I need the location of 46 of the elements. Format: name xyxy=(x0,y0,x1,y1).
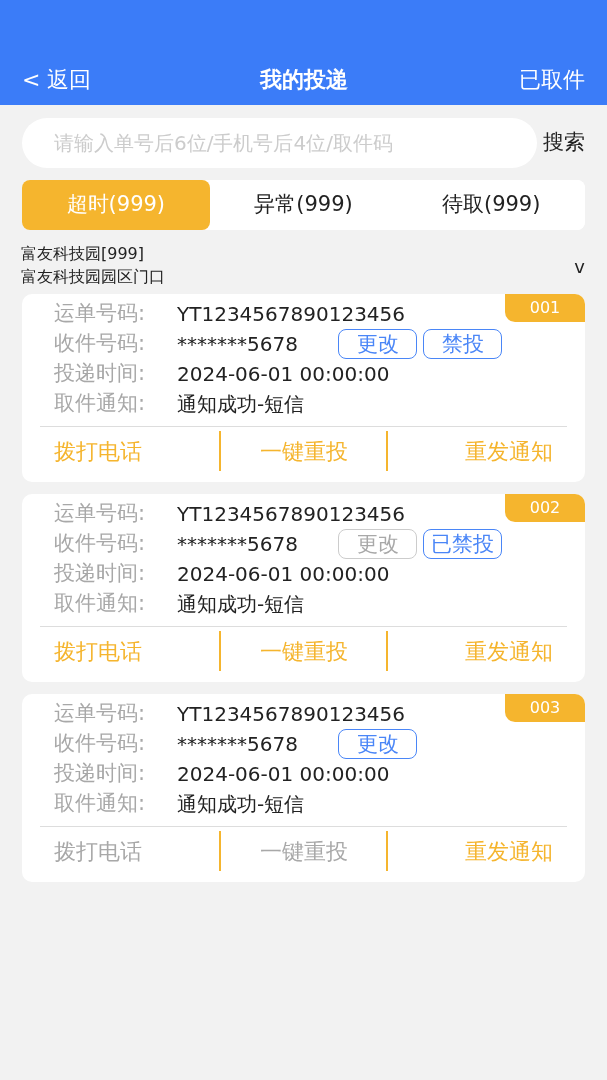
action-link[interactable]: 重发通知 xyxy=(465,434,553,468)
field-value: YT1234567890123456 xyxy=(177,701,406,728)
filter-tab[interactable]: 超时(999) xyxy=(22,180,210,230)
field-label: 取件通知: xyxy=(54,790,147,818)
action-button[interactable]: 更改 xyxy=(338,329,417,359)
action-button[interactable]: 已禁投 xyxy=(423,529,502,559)
field-label: 投递时间: xyxy=(54,760,147,788)
field-value: *******5678 xyxy=(177,331,299,358)
order-number: 001 xyxy=(505,294,585,322)
action-link[interactable]: 重发通知 xyxy=(465,634,553,668)
field-value: *******5678 xyxy=(177,531,299,558)
field-label: 收件号码: xyxy=(54,730,147,758)
field-value: 2024-06-01 00:00:00 xyxy=(177,361,390,388)
picked-up-button[interactable]: 已取件 xyxy=(465,65,585,95)
action-link[interactable]: 拨打电话 xyxy=(54,634,142,668)
field-label: 运单号码: xyxy=(54,500,147,528)
action-link[interactable]: 拨打电话 xyxy=(54,434,142,468)
field-label: 投递时间: xyxy=(54,360,147,388)
field-value: YT1234567890123456 xyxy=(177,301,406,328)
field-label: 取件通知: xyxy=(54,390,147,418)
field-value: 通知成功-短信 xyxy=(177,391,306,418)
page-title: 我的投递 xyxy=(258,66,349,94)
back-button[interactable]: < 返回 xyxy=(22,65,142,95)
location-name: 富友科技园[999] xyxy=(21,243,146,265)
field-label: 运单号码: xyxy=(54,700,147,728)
expand-toggle[interactable]: v xyxy=(574,252,585,280)
search-button[interactable]: 搜索 xyxy=(543,127,585,159)
action-link[interactable]: 一键重投 xyxy=(259,634,348,668)
field-value: *******5678 xyxy=(177,731,299,758)
field-value: 2024-06-01 00:00:00 xyxy=(177,761,390,788)
order-number: 002 xyxy=(505,494,585,522)
field-label: 收件号码: xyxy=(54,330,147,358)
location-place: 富友科技园园区门口 xyxy=(21,266,166,288)
order-number: 003 xyxy=(505,694,585,722)
field-value: YT1234567890123456 xyxy=(177,501,406,528)
action-link[interactable]: 重发通知 xyxy=(465,834,553,868)
field-value: 通知成功-短信 xyxy=(177,591,306,618)
field-value: 通知成功-短信 xyxy=(177,791,306,818)
field-value: 2024-06-01 00:00:00 xyxy=(177,561,390,588)
field-label: 收件号码: xyxy=(54,530,147,558)
field-label: 运单号码: xyxy=(54,300,147,328)
action-link[interactable]: 一键重投 xyxy=(259,434,348,468)
field-label: 投递时间: xyxy=(54,560,147,588)
field-label: 取件通知: xyxy=(54,590,147,618)
action-button[interactable]: 禁投 xyxy=(423,329,502,359)
action-button[interactable]: 更改 xyxy=(338,729,417,759)
